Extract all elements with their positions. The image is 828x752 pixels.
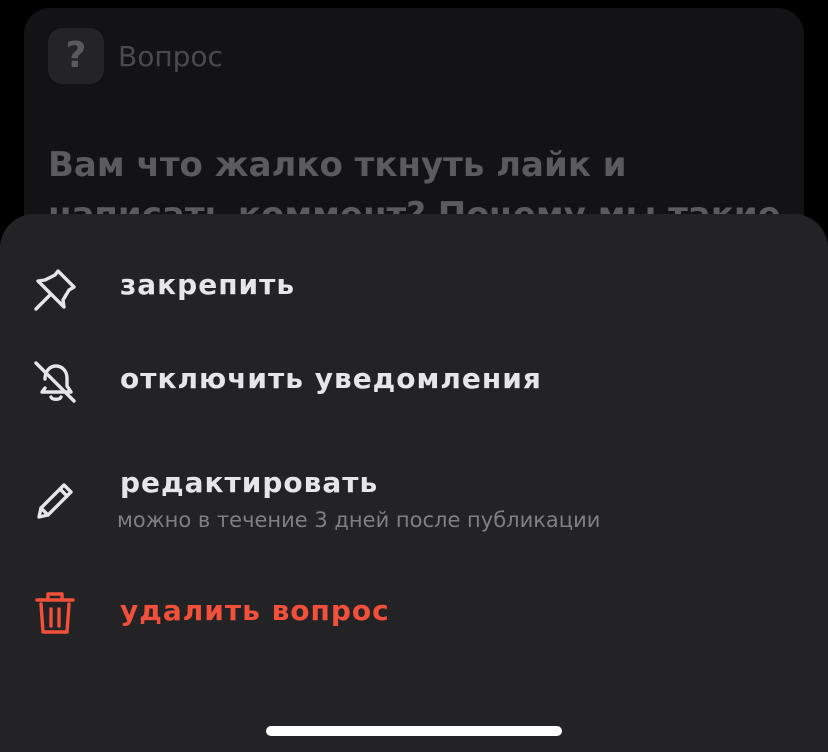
pin-button[interactable]: закрепить <box>0 258 828 318</box>
edit-label: редактировать <box>120 466 379 499</box>
delete-question-button[interactable]: удалить вопрос <box>0 584 828 644</box>
pin-icon <box>30 264 80 314</box>
screen: ? Вопрос Вам что жалко ткнуть лайк и нап… <box>0 0 828 752</box>
trash-icon <box>30 588 80 638</box>
delete-question-label: удалить вопрос <box>120 594 390 627</box>
card-type-label: Вопрос <box>118 40 223 73</box>
edit-button[interactable]: редактировать можно в течение 3 дней пос… <box>0 460 828 540</box>
mute-notifications-label: отключить уведомления <box>120 362 542 395</box>
mute-notifications-button[interactable]: отключить уведомления <box>0 352 828 412</box>
pencil-icon <box>30 476 80 526</box>
bell-off-icon <box>30 357 80 407</box>
question-mark-icon: ? <box>48 28 104 84</box>
pin-label: закрепить <box>120 268 296 301</box>
edit-sublabel: можно в течение 3 дней после публикации <box>117 508 601 532</box>
home-indicator[interactable] <box>266 726 562 736</box>
